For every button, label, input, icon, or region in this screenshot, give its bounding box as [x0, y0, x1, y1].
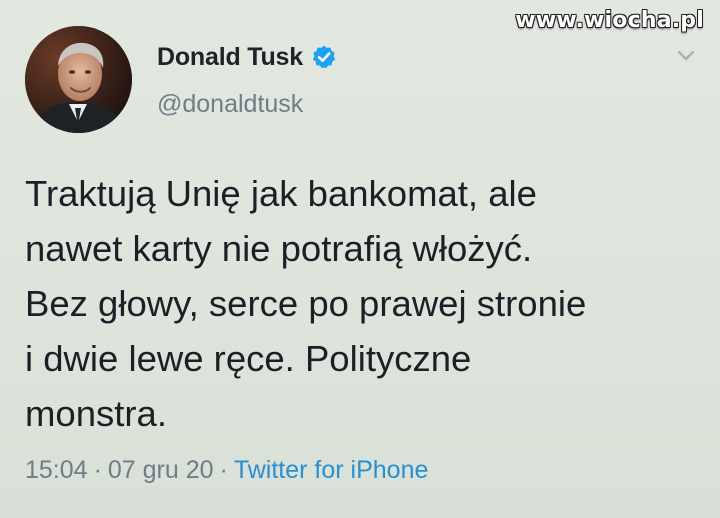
- tweet-line: i dwie lewe ręce. Polityczne: [25, 338, 472, 379]
- tweet-meta: 15:04 · 07 gru 20 · Twitter for iPhone: [25, 456, 428, 485]
- avatar[interactable]: [25, 26, 132, 133]
- avatar-image: [25, 26, 132, 133]
- author-handle[interactable]: @donaldtusk: [157, 90, 303, 119]
- author-row: Donald Tusk: [157, 40, 337, 74]
- tweet-card: www.wiocha.pl Donald Tusk @donaldtusk Tr…: [0, 0, 720, 518]
- tweet-date[interactable]: 07 gru 20: [108, 456, 214, 484]
- tweet-line: monstra.: [25, 393, 167, 434]
- tweet-text: Traktują Unię jak bankomat, ale nawet ka…: [25, 166, 705, 441]
- tweet-source-link[interactable]: Twitter for iPhone: [234, 456, 429, 484]
- tweet-line: nawet karty nie potrafią włożyć.: [25, 228, 533, 269]
- tweet-line: Traktują Unię jak bankomat, ale: [25, 173, 537, 214]
- tweet-line: Bez głowy, serce po prawej stronie: [25, 283, 587, 324]
- watermark: www.wiocha.pl: [515, 8, 704, 33]
- meta-separator: ·: [93, 456, 102, 484]
- meta-separator: ·: [219, 456, 228, 484]
- verified-badge-icon: [312, 45, 336, 69]
- author-name[interactable]: Donald Tusk: [157, 43, 303, 72]
- tweet-time[interactable]: 15:04: [25, 456, 88, 484]
- chevron-down-icon[interactable]: [676, 45, 696, 65]
